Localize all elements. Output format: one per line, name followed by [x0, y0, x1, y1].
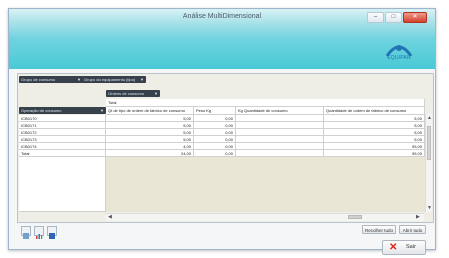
close-button[interactable]: ✕ Sair — [382, 240, 426, 255]
grid-icon[interactable] — [47, 226, 57, 239]
table-cell-total: 95,00 — [324, 150, 425, 157]
dropdown-arrow-icon: ▼ — [140, 77, 144, 82]
table-cell: 5,00 — [324, 129, 425, 136]
grid-empty-area — [106, 157, 425, 212]
dropdown-arrow-icon: ▼ — [77, 77, 81, 82]
column-total-header: Total — [106, 99, 425, 107]
dropdown-arrow-icon: ▼ — [100, 108, 104, 113]
table-cell-total — [236, 150, 324, 157]
table-cell-total: 0,00 — [194, 150, 236, 157]
table-cell — [236, 136, 324, 143]
dropdown-arrow-icon: ▼ — [154, 91, 158, 96]
table-cell — [236, 122, 324, 129]
red-x-icon: ✕ — [389, 242, 398, 253]
row-header-total[interactable]: Total — [19, 150, 106, 157]
table-cell: 0,00 — [194, 115, 236, 122]
logo-text: EQUIPAR — [387, 55, 411, 61]
analysis-window: Análise MultiDimensional – □ ✕ EQUIPAR ▼… — [8, 8, 436, 255]
scroll-right-icon[interactable]: ▶ — [416, 214, 420, 220]
scroll-left-icon[interactable]: ◀ — [108, 214, 112, 220]
table-cell: 4,00 — [106, 143, 194, 150]
column-header-4[interactable]: Quantidade de ordem de fabrico de consum… — [324, 107, 425, 115]
close-window-button[interactable]: ✕ — [403, 12, 427, 23]
window-controls: – □ ✕ — [367, 12, 427, 23]
vertical-scrollbar[interactable]: ▲ ▼ — [425, 114, 432, 212]
table-cell: 5,00 — [324, 115, 425, 122]
table-cell-total: 24,00 — [106, 150, 194, 157]
scroll-up-icon[interactable]: ▲ — [427, 115, 432, 121]
table-cell: 5,00 — [324, 136, 425, 143]
expand-all-button[interactable]: Abrir tudo — [399, 225, 426, 234]
table-cell: 0,00 — [194, 129, 236, 136]
horizontal-scrollbar[interactable]: ◀ ▶ — [106, 213, 424, 221]
chart-icon[interactable] — [34, 226, 44, 239]
row-header[interactable]: ICB0172 — [19, 129, 106, 136]
maximize-button[interactable]: □ — [385, 12, 402, 23]
horizontal-scroll-thumb[interactable] — [348, 215, 362, 219]
toolbar-icons — [21, 226, 57, 239]
column-header-2[interactable]: Peso Kg — [194, 107, 236, 115]
data-field-button[interactable]: ▼ Ordens de consumo — [106, 90, 160, 97]
title-bar: Análise MultiDimensional – □ ✕ EQUIPAR — [9, 9, 435, 69]
collapse-all-button[interactable]: Recolher tudo — [362, 225, 396, 234]
minimize-button[interactable]: – — [367, 12, 384, 23]
scroll-down-icon[interactable]: ▼ — [427, 205, 432, 211]
table-cell — [236, 143, 324, 150]
column-header-1[interactable]: Qt de tipo de ordem de fabrico de consum… — [106, 107, 194, 115]
row-header[interactable]: ICB0173 — [19, 136, 106, 143]
pivot-grid[interactable]: ▼ Grupo de consumo ▼ Grupo do equipamento … — [17, 73, 434, 223]
table-cell: 0,00 — [194, 136, 236, 143]
export-icon[interactable] — [21, 226, 31, 239]
table-cell: 5,00 — [106, 129, 194, 136]
table-cell — [236, 115, 324, 122]
column-header-3[interactable]: Kg Quantidade de consumo — [236, 107, 324, 115]
vertical-scroll-thumb[interactable] — [427, 126, 431, 160]
row-header-empty-area — [19, 157, 106, 212]
table-cell: 0,00 — [194, 143, 236, 150]
filter-field-button-2[interactable]: ▼ Grupo do equipamento (tipo) — [82, 76, 146, 83]
table-cell: 5,00 — [106, 136, 194, 143]
close-button-label: Sair — [406, 244, 416, 250]
row-header[interactable]: ICB0174 — [19, 143, 106, 150]
table-cell: 5,00 — [324, 122, 425, 129]
filter-field-button-1[interactable]: ▼ Grupo de consumo — [19, 76, 83, 83]
row-field-button[interactable]: ▼ Operação de consumo — [19, 107, 106, 114]
row-header[interactable]: ICB0170 — [19, 115, 106, 122]
table-cell: 5,00 — [106, 115, 194, 122]
table-cell: 5,00 — [106, 122, 194, 129]
table-cell: 95,00 — [324, 143, 425, 150]
row-header[interactable]: ICB0171 — [19, 122, 106, 129]
table-cell: 0,00 — [194, 122, 236, 129]
company-logo: EQUIPAR — [373, 40, 425, 64]
table-cell — [236, 129, 324, 136]
